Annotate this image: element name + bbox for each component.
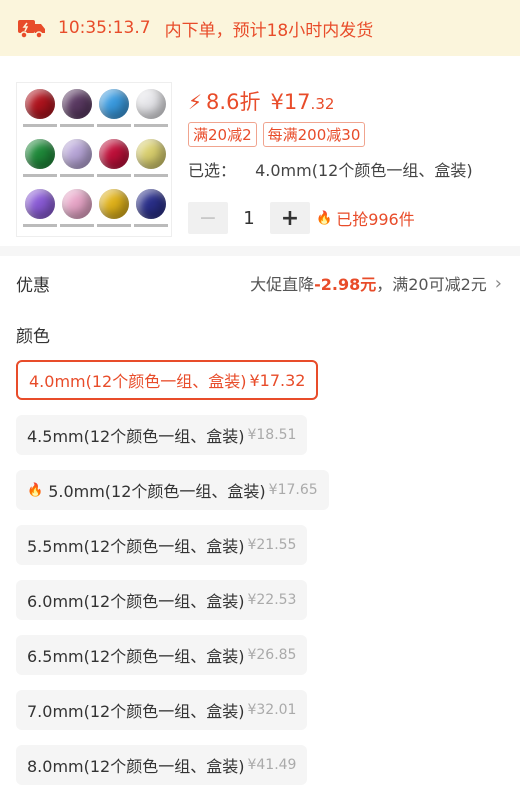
option-label: 6.0mm(12个颜色一组、盒装): [27, 592, 245, 611]
gem-swatch: [62, 89, 92, 119]
option-chip[interactable]: 5.5mm(12个颜色一组、盒装) ¥21.55: [16, 525, 308, 565]
gem-swatch: [25, 89, 55, 119]
option-price: ¥41.49: [247, 757, 297, 773]
promo-detail: 大促直降 -2.98元 ，满20可减2元 ›: [250, 271, 502, 295]
gem-swatch: [99, 189, 129, 219]
chevron-right-icon[interactable]: ›: [495, 273, 502, 294]
option-label: 4.0mm(12个颜色一组、盒装): [29, 372, 247, 391]
gem-swatch: [25, 139, 55, 169]
price-row: ⚡ 8.6折 ¥17 .32: [188, 86, 334, 116]
option-label: 8.0mm(12个颜色一组、盒装): [27, 757, 245, 776]
section-divider: [0, 246, 520, 256]
option-label: 5.5mm(12个颜色一组、盒装): [27, 537, 245, 556]
delivery-truck-icon: [18, 20, 45, 39]
option-chip[interactable]: 4.0mm(12个颜色一组、盒装) ¥17.32: [16, 360, 319, 400]
gem-caption: [134, 224, 168, 227]
countdown-time: 10:35:13.7: [58, 18, 151, 38]
gem-caption: [60, 224, 94, 227]
promo-prefix: 大促直降: [250, 275, 315, 294]
option-label: 6.5mm(12个颜色一组、盒装): [27, 647, 245, 666]
option-label: 5.0mm(12个颜色一组、盒装): [48, 482, 266, 501]
coupon-tag[interactable]: 满20减2: [188, 122, 257, 147]
option-price: ¥17.32: [249, 370, 306, 390]
promo-amount: -2.98元: [314, 275, 377, 294]
gem-caption: [60, 174, 94, 177]
option-label: 7.0mm(12个颜色一组、盒装): [27, 702, 245, 721]
option-label: 4.5mm(12个颜色一组、盒装): [27, 427, 245, 446]
gem-caption: [134, 124, 168, 127]
selected-value: 4.0mm(12个颜色一组、盒装): [255, 161, 473, 180]
gem-caption: [23, 224, 57, 227]
lightning-icon: ⚡: [188, 90, 203, 114]
option-chip[interactable]: 6.5mm(12个颜色一组、盒装) ¥26.85: [16, 635, 308, 675]
gem-swatch: [136, 189, 166, 219]
quantity-stepper: − 1 + 🔥 已抢996件: [188, 202, 415, 234]
selected-label: 已选：: [188, 161, 237, 180]
gem-caption: [97, 224, 131, 227]
price-decimal: .32: [310, 95, 335, 113]
gem-swatch: [136, 139, 166, 169]
options-title: 颜色: [16, 327, 50, 347]
delivery-banner: 10:35:13.7 内下单，预计18小时内发货: [0, 0, 520, 56]
gem-swatch: [99, 139, 129, 169]
gem-swatch: [62, 139, 92, 169]
option-price: ¥26.85: [247, 647, 297, 663]
option-price: ¥22.53: [247, 592, 297, 608]
coupon-tag[interactable]: 每满200减30: [262, 122, 366, 147]
gem-caption: [97, 124, 131, 127]
option-chip[interactable]: 4.5mm(12个颜色一组、盒装) ¥18.51: [16, 415, 308, 455]
discount-label: 8.6折: [206, 90, 261, 114]
promo-label: 优惠: [16, 275, 50, 296]
product-summary: ⚡ 8.6折 ¥17 .32 满20减2 每满200减30 已选： 4.0mm(…: [16, 82, 520, 237]
option-price: ¥17.65: [268, 482, 318, 498]
gem-caption: [134, 174, 168, 177]
option-chip[interactable]: 8.0mm(12个颜色一组、盒装) ¥41.49: [16, 745, 308, 785]
sold-count: 🔥 已抢996件: [316, 206, 415, 230]
delivery-text: 内下单，预计18小时内发货: [164, 20, 374, 41]
gem-caption: [60, 124, 94, 127]
flame-icon: 🔥: [27, 482, 44, 498]
gem-caption: [97, 174, 131, 177]
gem-caption: [23, 124, 57, 127]
quantity-value[interactable]: 1: [228, 208, 270, 229]
gem-swatch: [136, 89, 166, 119]
coupon-list: 满20减2 每满200减30: [188, 122, 366, 147]
sold-text: 已抢996件: [336, 210, 415, 229]
promo-suffix: ，满20可减2元: [376, 275, 487, 294]
gem-swatch: [99, 89, 129, 119]
product-thumbnail[interactable]: [16, 82, 172, 237]
flame-icon: 🔥: [316, 210, 333, 226]
selected-spec: 已选： 4.0mm(12个颜色一组、盒装): [188, 157, 473, 181]
increase-button[interactable]: +: [270, 202, 310, 234]
gem-caption: [23, 174, 57, 177]
promo-row[interactable]: 优惠 大促直降 -2.98元 ，满20可减2元 ›: [16, 268, 502, 298]
option-chip[interactable]: 6.0mm(12个颜色一组、盒装) ¥22.53: [16, 580, 308, 620]
gem-swatch: [25, 189, 55, 219]
option-price: ¥32.01: [247, 702, 297, 718]
option-price: ¥21.55: [247, 537, 297, 553]
option-chip[interactable]: 7.0mm(12个颜色一组、盒装) ¥32.01: [16, 690, 308, 730]
gem-swatch: [62, 189, 92, 219]
option-list: 4.0mm(12个颜色一组、盒装) ¥17.32 4.5mm(12个颜色一组、盒装)…: [16, 360, 520, 800]
price-integer: ¥17: [270, 90, 311, 114]
decrease-button[interactable]: −: [188, 202, 228, 234]
option-price: ¥18.51: [247, 427, 297, 443]
option-chip[interactable]: 🔥 5.0mm(12个颜色一组、盒装) ¥17.65: [16, 470, 329, 510]
